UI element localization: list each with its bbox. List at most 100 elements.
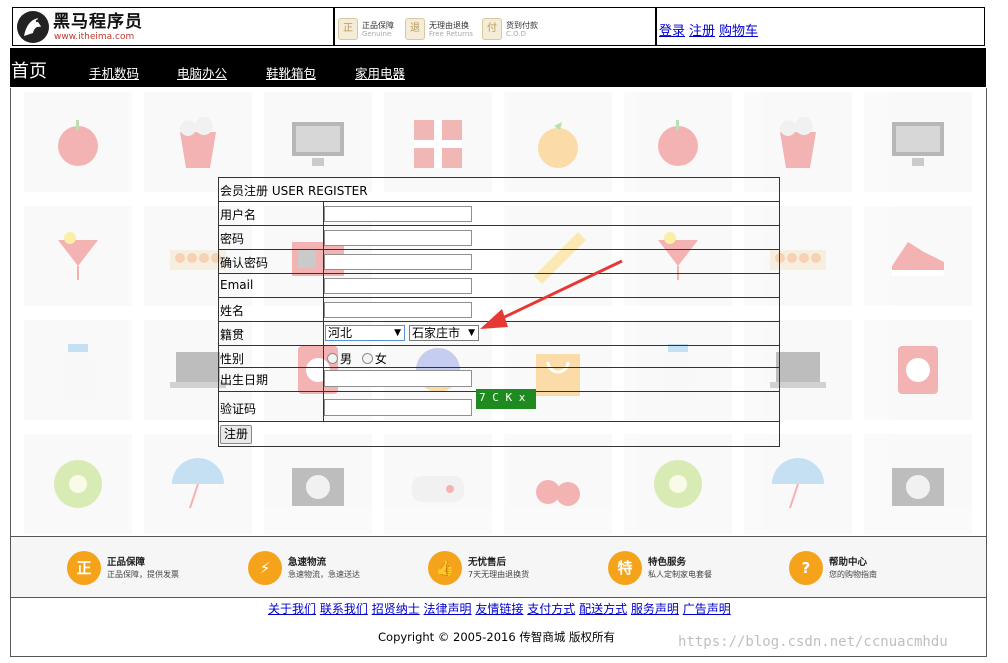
- service-desc: 您的购物指南: [829, 569, 877, 579]
- footer-link-delivery[interactable]: 配送方式: [579, 602, 627, 616]
- service-bar: 正 正品保障 正品保障，提供发票 ⚡ 急速物流 急速物流，急速送达 👍 无忧售后 7天…: [11, 536, 986, 598]
- special-badge-icon: 特: [608, 551, 642, 585]
- footer-link-ads[interactable]: 广告声明: [683, 602, 731, 616]
- promo-title: 货到付款: [506, 20, 538, 30]
- milk-bottle-icon: [24, 320, 132, 420]
- footer-link-about[interactable]: 关于我们: [268, 602, 316, 616]
- province-select[interactable]: 河北 ▼: [325, 325, 405, 341]
- umbrella-icon: [744, 434, 852, 534]
- camera-icon: [864, 434, 972, 534]
- gender-male-radio[interactable]: [327, 353, 338, 364]
- nav-item-computers[interactable]: 电脑办公: [177, 63, 227, 82]
- gender-female-radio[interactable]: [361, 353, 373, 364]
- header-promo-cell: 正 正品保障 Genuine 退 无理由退换 Free Returns 付 货到…: [334, 7, 656, 46]
- label-gender: 性别: [220, 352, 245, 366]
- header-links-cell: 登录 注册 购物车: [656, 7, 985, 46]
- return-badge-icon: 退: [405, 18, 425, 40]
- promo-subtitle: Free Returns: [429, 29, 473, 38]
- service-special: 特 特色服务 私人定制家电套餐: [608, 551, 712, 585]
- promo-cod: 付 货到付款 C.O.D: [482, 18, 538, 40]
- register-link[interactable]: 注册: [689, 24, 715, 39]
- footer-links: 关于我们 联系我们 招贤纳士 法律声明 友情链接 支付方式 配送方式 服务声明 …: [268, 600, 731, 617]
- cart-link[interactable]: 购物车: [719, 24, 758, 39]
- chevron-down-icon: ▼: [394, 328, 401, 338]
- service-desc: 正品保障，提供发票: [107, 569, 179, 579]
- sneaker-icon: [864, 206, 972, 306]
- cherry-icon: [504, 434, 612, 534]
- label-confirm: 确认密码: [220, 256, 269, 270]
- gamepad-icon: [384, 434, 492, 534]
- province-value: 河北: [328, 326, 353, 340]
- row-captcha: 验证码 7 C K x: [219, 389, 779, 422]
- label-birthday: 出生日期: [220, 373, 269, 387]
- promo-returns: 退 无理由退换 Free Returns: [405, 18, 473, 40]
- label-hometown: 籍贯: [220, 328, 245, 342]
- captcha-image[interactable]: 7 C K x: [476, 389, 536, 409]
- apple-icon: [24, 92, 132, 192]
- monitor-icon: [864, 92, 972, 192]
- service-genuine: 正 正品保障 正品保障，提供发票: [67, 551, 179, 585]
- row-submit: 注册: [219, 421, 779, 447]
- label-password: 密码: [220, 232, 245, 246]
- username-input[interactable]: [324, 206, 472, 222]
- camera-icon: [264, 434, 372, 534]
- label-username: 用户名: [220, 208, 257, 222]
- birthday-input[interactable]: [324, 370, 472, 387]
- thumbs-up-icon: 👍: [428, 551, 462, 585]
- gender-male-label: 男: [340, 352, 353, 366]
- promo-subtitle: C.O.D: [506, 29, 526, 38]
- row-username: 用户名: [219, 201, 779, 226]
- main-nav: 首页 手机数码 电脑办公 鞋靴箱包 家用电器: [10, 48, 986, 87]
- footer-link-payment[interactable]: 支付方式: [527, 602, 575, 616]
- kiwi-icon: [624, 434, 732, 534]
- footer-link-friends[interactable]: 友情链接: [475, 602, 523, 616]
- question-icon: ?: [789, 551, 823, 585]
- footer-link-contact[interactable]: 联系我们: [320, 602, 368, 616]
- register-button[interactable]: 注册: [220, 425, 253, 444]
- page-left-border: [10, 88, 11, 656]
- service-title: 帮助中心: [829, 556, 868, 568]
- promo-title: 正品保障: [362, 20, 394, 30]
- service-title: 特色服务: [648, 556, 687, 568]
- page-right-border: [986, 88, 987, 656]
- footer-link-service[interactable]: 服务声明: [631, 602, 679, 616]
- city-select[interactable]: 石家庄市 ▼: [409, 325, 479, 341]
- service-logistics: ⚡ 急速物流 急速物流，急速送达: [248, 551, 360, 585]
- password-input[interactable]: [324, 230, 472, 246]
- promo-genuine: 正 正品保障 Genuine: [338, 18, 394, 40]
- lightning-icon: ⚡: [248, 551, 282, 585]
- nav-item-bags[interactable]: 鞋靴箱包: [266, 63, 316, 82]
- footer-link-legal[interactable]: 法律声明: [424, 602, 472, 616]
- service-title: 急速物流: [288, 556, 327, 568]
- service-title: 无忧售后: [468, 556, 507, 568]
- row-birthday: 出生日期: [219, 367, 779, 392]
- promo-title: 无理由退换: [429, 20, 469, 30]
- label-name: 姓名: [220, 304, 245, 318]
- nav-item-appliances[interactable]: 家用电器: [355, 63, 405, 82]
- quality-badge-icon: 正: [338, 18, 358, 40]
- logo-horse-icon: [16, 10, 50, 47]
- nav-item-phones[interactable]: 手机数码: [89, 63, 139, 82]
- row-gender: 性别 男 女: [219, 345, 779, 368]
- name-input[interactable]: [324, 302, 472, 318]
- confirm-password-input[interactable]: [324, 254, 472, 270]
- captcha-input[interactable]: [324, 399, 472, 416]
- nav-home[interactable]: 首页: [11, 57, 47, 83]
- label-captcha: 验证码: [220, 402, 257, 416]
- page-bottom-border: [10, 656, 987, 657]
- promo-subtitle: Genuine: [362, 29, 392, 38]
- service-aftersale: 👍 无忧售后 7天无理由退换货: [428, 551, 529, 585]
- row-password: 密码: [219, 225, 779, 250]
- annotation-arrow-icon: [480, 259, 623, 329]
- brand-url: www.itheima.com: [54, 32, 135, 42]
- footer-link-jobs[interactable]: 招贤纳士: [372, 602, 420, 616]
- login-link[interactable]: 登录: [659, 24, 685, 39]
- label-email: Email: [220, 278, 254, 292]
- email-input[interactable]: [324, 278, 472, 294]
- service-desc: 急速物流，急速送达: [288, 569, 360, 579]
- umbrella-icon: [144, 434, 252, 534]
- kiwi-icon: [24, 434, 132, 534]
- cocktail-icon: [24, 206, 132, 306]
- gender-female-label: 女: [374, 352, 387, 366]
- service-desc: 私人定制家电套餐: [648, 569, 712, 579]
